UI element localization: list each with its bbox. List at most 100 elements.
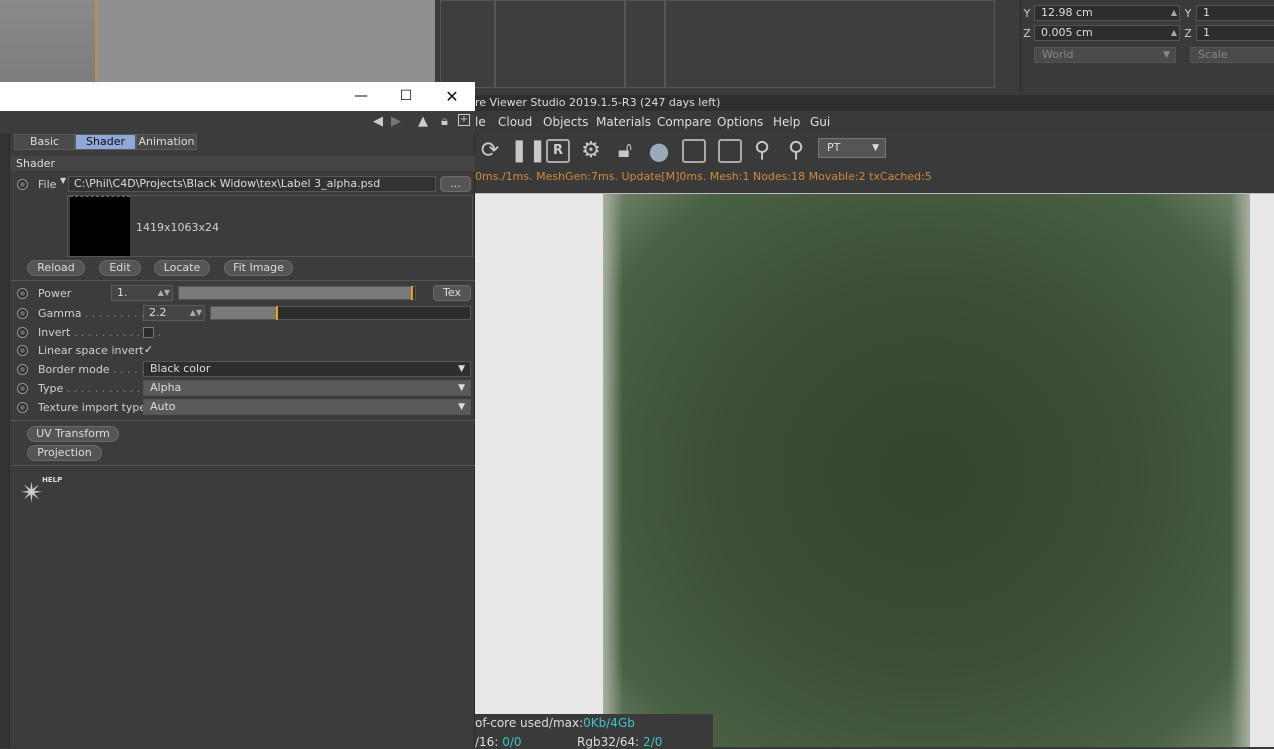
tab-animation[interactable]: Animation [136,134,197,150]
tab-shader[interactable]: Shader [75,134,136,150]
new-panel-icon[interactable]: + [458,114,470,126]
status-label: of-core used/max: [475,716,584,730]
menu-objects[interactable]: Objects [543,115,588,129]
menu-materials[interactable]: Materials [596,115,651,129]
power-label: Power [38,287,72,300]
shader-dialog: — ☐ ✕ ◀ ▶ ▲ 🔒︎ + Basic Shader Animation … [0,82,475,747]
dropdown-value: Black color [150,362,211,375]
browse-button[interactable]: ... [440,176,471,192]
gamma-input[interactable]: 2.2 ▲▼ [143,305,205,321]
animate-radio-texture-import-type[interactable] [17,402,28,413]
rendered-bottle [603,194,1250,747]
back-arrow-icon[interactable]: ◀ [373,114,383,129]
border-mode-dropdown[interactable]: Black color ▼ [143,361,471,377]
field-value: 1 [1203,6,1210,19]
animate-radio-gamma[interactable] [17,308,28,319]
slider-handle[interactable] [276,306,279,320]
dialog-titlebar[interactable]: — ☐ ✕ [0,82,475,111]
menu-file[interactable]: le [475,115,486,129]
texture-import-type-label: Texture import type [38,401,147,414]
axis-label: Y [1023,7,1031,20]
linear-space-invert-checkbox[interactable]: ✓ [143,344,154,356]
menu-options[interactable]: Options [717,115,763,129]
gamma-slider[interactable] [210,306,471,320]
edit-button[interactable]: Edit [99,260,141,276]
invert-checkbox[interactable] [143,327,154,338]
settings-gear-icon[interactable]: ⚙ [578,138,604,164]
animate-radio-invert[interactable] [17,327,28,338]
spinner-icon[interactable]: ▲ [1171,26,1177,40]
power-input[interactable]: 1. ▲▼ [111,285,173,301]
label-dots: . . . . . . . . . . [81,307,152,320]
tab-basic[interactable]: Basic [14,134,75,150]
focus-pin-icon[interactable]: ⚲ [749,138,775,164]
uv-transform-button[interactable]: UV Transform [27,426,119,442]
reload-button[interactable]: Reload [27,260,85,276]
animate-radio-linear-space-invert[interactable] [17,345,28,356]
image-preview-box: 1419x1063x24 [67,195,473,257]
file-path-input[interactable]: C:\Phil\C4D\Projects\Black Widow\tex\Lab… [68,176,436,192]
menu-help[interactable]: Help [773,115,800,129]
texture-thumbnail [70,196,130,256]
render-stats: 0ms./1ms. MeshGen:7ms. Update[M]0ms. Mes… [475,170,1274,184]
status-value: 0Kb/4Gb [583,716,635,730]
locate-button[interactable]: Locate [154,260,210,276]
axis-label: Y [1184,7,1192,20]
up-arrow-icon[interactable]: ▲ [418,114,428,129]
position-z-field[interactable]: 0.005 cm ▲ [1034,25,1180,41]
texture-import-type-dropdown[interactable]: Auto ▼ [143,399,471,415]
render-mode-select[interactable]: PT ▼ [818,138,886,158]
coordinates-panel: Y 12.98 cm ▲ Y 1 Z 0.005 cm ▲ Z 1 World … [1020,0,1274,92]
section-header: Shader [10,156,475,171]
position-y-field[interactable]: 12.98 cm ▲ [1034,5,1180,21]
spinner-icon[interactable]: ▲▼ [190,306,202,320]
close-icon[interactable]: ✕ [429,82,475,111]
dropdown-value: Scale [1198,48,1228,61]
power-slider[interactable] [178,286,416,300]
lock-icon[interactable]: 🔓︎ [612,138,638,164]
help-widget[interactable]: ✴ HELP [20,476,64,510]
divider [10,280,475,281]
type-dropdown[interactable]: Alpha ▼ [143,380,471,396]
fit-image-button[interactable]: Fit Image [224,260,293,276]
spinner-icon[interactable]: ▲▼ [158,286,170,300]
slider-handle[interactable] [410,286,413,300]
maximize-icon[interactable]: ☐ [383,82,429,111]
divider [10,420,475,421]
forward-arrow-icon[interactable]: ▶ [391,114,401,129]
menu-cloud[interactable]: Cloud [498,115,532,129]
render-viewer: re Viewer Studio 2019.1.5-R3 (247 days l… [475,95,1274,749]
tex-button[interactable]: Tex [433,285,471,301]
type-label-text: Type [38,382,64,395]
render-canvas[interactable] [475,193,1274,747]
scale-y-field[interactable]: 1 [1196,5,1274,21]
pause-icon[interactable]: ❚❚ [510,138,547,164]
gamma-label-text: Gamma [38,307,82,320]
spinner-icon[interactable]: ▲ [1171,6,1177,20]
minimize-icon[interactable]: — [338,82,384,111]
border-mode-label-text: Border mode [38,363,110,376]
animate-radio-type[interactable] [17,383,28,394]
animate-radio-power[interactable] [17,288,28,299]
projection-button[interactable]: Projection [27,445,102,461]
restart-render-icon[interactable]: ⟳ [477,138,503,164]
menu-gui[interactable]: Gui [810,115,830,129]
frame-alt-icon[interactable] [718,139,742,163]
animate-radio-border-mode[interactable] [17,364,28,375]
dropdown-value: Auto [150,400,176,413]
frame-icon[interactable] [682,139,706,163]
lock-icon[interactable]: 🔒︎ [441,114,448,129]
scale-mode-dropdown[interactable]: Scale [1190,47,1274,63]
field-value: 1 [1203,26,1210,39]
bottle-edge [1230,194,1250,747]
material-pin-icon[interactable]: ⚲ [783,138,809,164]
menu-compare[interactable]: Compare [657,115,711,129]
animate-radio-file[interactable] [17,179,28,190]
scale-z-field[interactable]: 1 [1196,25,1274,41]
coord-system-dropdown[interactable]: World ▼ [1034,47,1176,63]
panel-cell [440,0,495,88]
material-ball-icon[interactable]: ● [646,138,672,164]
region-render-icon[interactable]: R [546,139,570,163]
memory-status: of-core used/max:0Kb/4Gb /16: 0/0 Rgb32/… [475,714,713,749]
file-menu-icon[interactable]: ▼ [60,176,66,185]
